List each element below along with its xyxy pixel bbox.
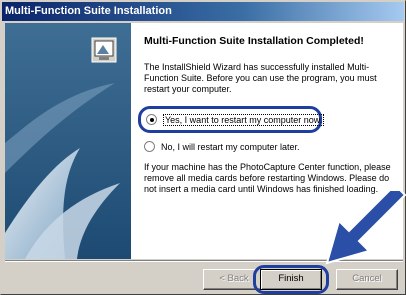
restart-later-label[interactable]: No, I will restart my computer later.	[161, 142, 300, 152]
window-title: Multi-Function Suite Installation	[5, 5, 172, 17]
pointer-arrow-icon	[325, 191, 406, 265]
installer-computer-icon	[91, 37, 117, 63]
page-heading: Multi-Function Suite Installation Comple…	[144, 35, 364, 47]
cancel-button[interactable]: Cancel	[336, 269, 398, 290]
completion-message: The InstallShield Wizard has successfull…	[144, 62, 377, 94]
restart-now-label[interactable]: Yes, I want to restart my computer now.	[163, 113, 325, 126]
radio-selected-icon[interactable]	[146, 114, 157, 125]
title-bar[interactable]: Multi-Function Suite Installation	[2, 2, 404, 21]
restart-now-highlight: Yes, I want to restart my computer now.	[138, 106, 325, 133]
restart-later-option[interactable]: No, I will restart my computer later.	[144, 141, 393, 152]
finish-button[interactable]: Finish	[260, 269, 322, 290]
radio-unselected-icon[interactable]	[144, 141, 155, 152]
installer-window: Multi-Function Suite Installation Multi-…	[0, 0, 406, 295]
side-panel-graphic	[5, 23, 131, 259]
restart-now-option[interactable]: Yes, I want to restart my computer now.	[146, 113, 325, 126]
